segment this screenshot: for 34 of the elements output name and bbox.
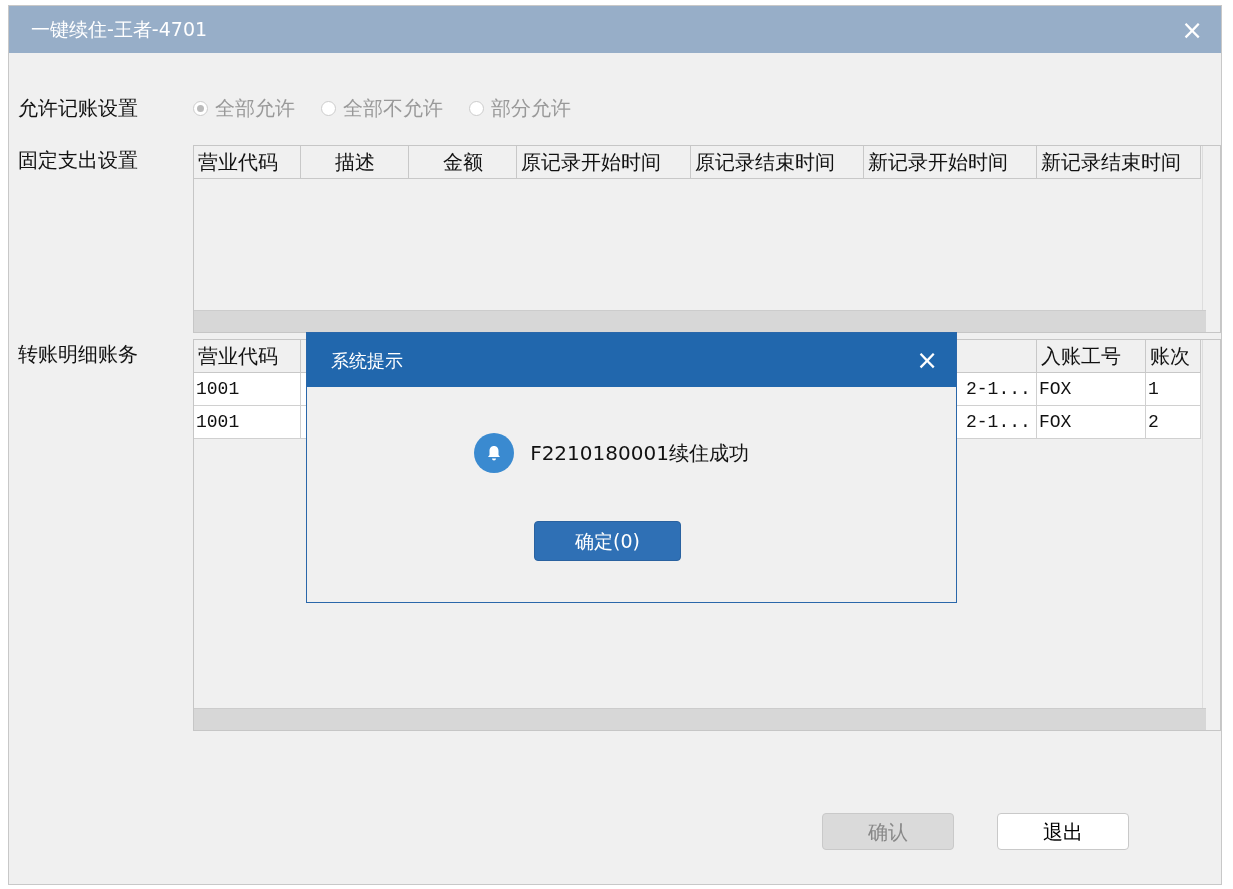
section-label: 允许记账设置 [18, 95, 139, 122]
column-header: 营业代码 [194, 146, 301, 179]
section-label: 转账明细账务 [18, 341, 139, 368]
action-button: 确认 [822, 813, 954, 850]
column-header: 账次 [1146, 340, 1201, 373]
column-header: 营业代码 [194, 340, 301, 373]
horizontal-scrollbar[interactable] [194, 708, 1206, 730]
table-cell-text: 2-1... [966, 410, 1032, 434]
ok-button[interactable]: 确定(0) [534, 521, 681, 561]
table-cell: 1001 [194, 406, 301, 439]
column-header: 新记录结束时间 [1037, 146, 1201, 179]
column-header: 入账工号 [1037, 340, 1146, 373]
radio-option: 全部不允许 [321, 93, 443, 123]
message-text: F2210180001续住成功 [530, 440, 749, 467]
table-cell: 1001 [194, 373, 301, 406]
table-cell: 2 [1146, 406, 1201, 439]
column-header: 描述 [301, 146, 409, 179]
table-cell-text: 2-1... [966, 377, 1032, 401]
table-cell: FOX [1037, 406, 1146, 439]
column-header: 原记录开始时间 [517, 146, 691, 179]
table-cell: FOX [1037, 373, 1146, 406]
horizontal-scrollbar[interactable] [194, 310, 1206, 332]
column-header: 新记录开始时间 [864, 146, 1037, 179]
section-label: 固定支出设置 [18, 147, 139, 174]
column-header: 金额 [409, 146, 517, 179]
column-header: 原记录结束时间 [691, 146, 864, 179]
window-title: 一键续住-王者-4701 [31, 17, 208, 43]
table-cell: 1 [1146, 373, 1201, 406]
bell-icon [474, 433, 515, 473]
radio-option: 部分允许 [469, 93, 571, 123]
radio-option: 全部允许 [193, 93, 295, 123]
dialog-title: 系统提示 [331, 348, 403, 373]
close-button[interactable]: × [912, 347, 942, 373]
action-button[interactable]: 退出 [997, 813, 1129, 850]
